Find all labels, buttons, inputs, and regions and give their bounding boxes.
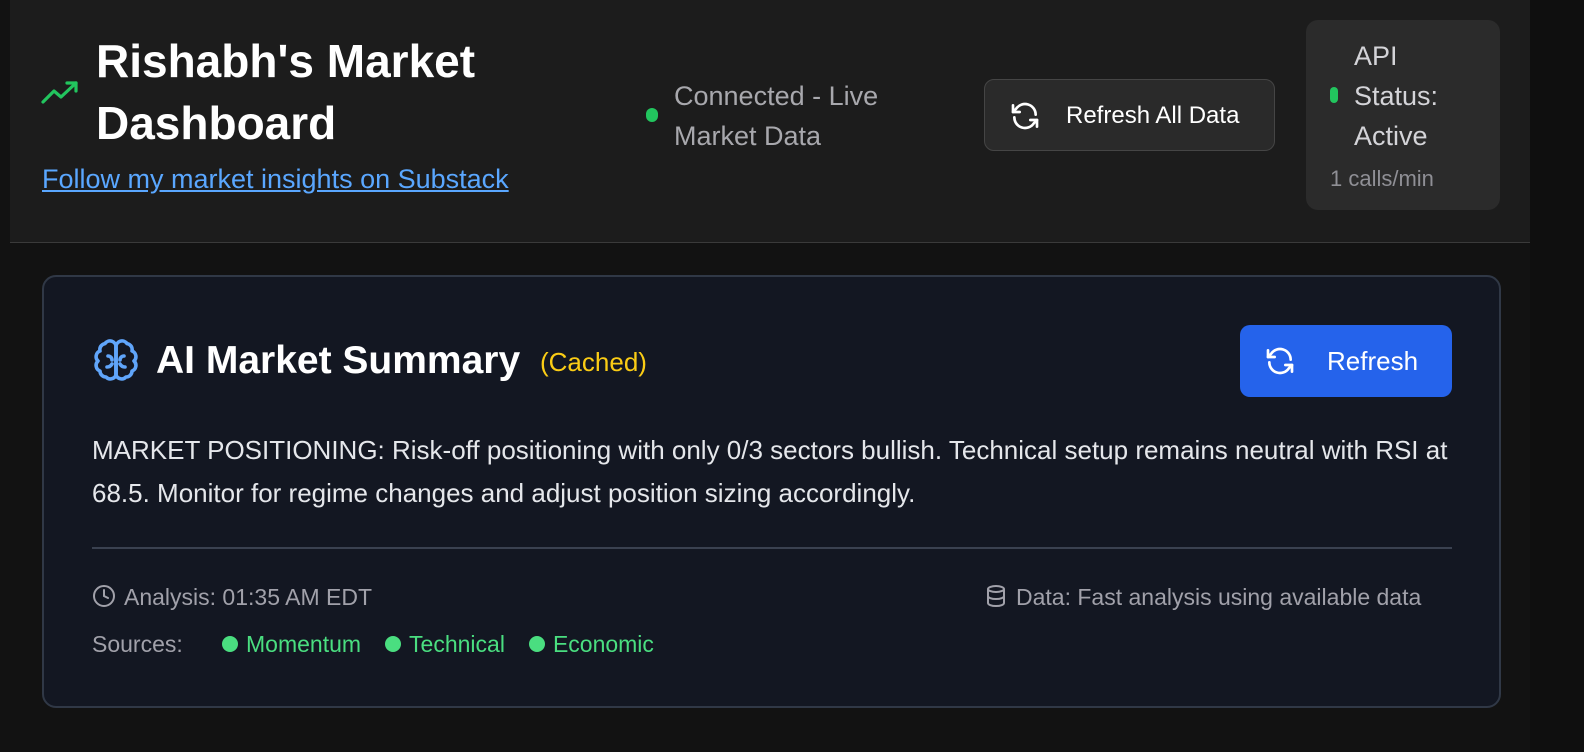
refresh-icon [1266,347,1294,375]
refresh-icon [1011,102,1039,130]
summary-title: AI Market Summary [156,339,521,382]
database-icon [987,585,1005,608]
source-label: Economic [552,631,654,657]
source-status-dot [528,636,545,652]
source-tag-momentum: Momentum [222,629,361,659]
source-tag-technical: Technical [385,629,505,659]
refresh-all-label: Refresh All Data [1066,102,1240,129]
substack-link[interactable]: Follow my market insights on Substack [42,164,509,195]
source-tag-economic: Economic [528,629,654,659]
refresh-summary-label: Refresh [1327,346,1419,376]
analysis-timestamp: Analysis: 01:35 AM EDT [124,584,372,610]
sources-label: Sources: [92,631,183,657]
api-status-text: API Status: Active [1354,41,1439,151]
dashboard-header: Rishabh's Market Dashboard Follow my mar… [10,0,1530,243]
cached-badge: (Cached) [540,347,647,377]
ai-market-summary-card: AI Market Summary (Cached) Refresh MARKE… [42,275,1501,708]
page-title: Rishabh's Market Dashboard [96,35,476,149]
summary-text: MARKET POSITIONING: Risk-off positioning… [92,435,1448,508]
refresh-all-button[interactable]: Refresh All Data [984,79,1275,151]
refresh-summary-button[interactable]: Refresh [1240,325,1452,397]
brain-icon [94,339,138,381]
page-gutter [1530,0,1584,752]
data-source-note: Data: Fast analysis using available data [1016,584,1422,610]
source-status-dot [222,636,238,652]
source-label: Technical [409,631,505,657]
source-status-dot [385,636,402,652]
api-status-dot [1330,87,1338,103]
divider [92,547,1452,549]
trending-up-icon [41,81,78,104]
connection-status-dot [646,108,658,122]
source-label: Momentum [246,631,362,657]
api-call-rate: 1 calls/min [1330,166,1434,191]
sources-list: Momentum Technical Economic [222,629,654,659]
clock-icon [93,585,115,607]
api-status-panel: API Status: Active 1 calls/min [1306,20,1500,210]
connection-status: Connected - Live Market Data [674,81,879,151]
